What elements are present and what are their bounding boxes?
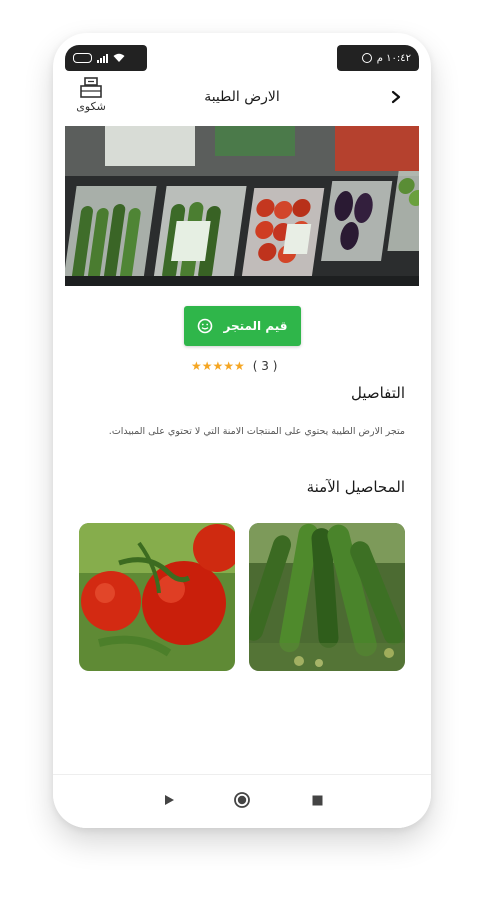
cucumber-image[interactable] [249,523,405,671]
square-recents-icon[interactable] [307,790,327,810]
whatsapp-icon [361,53,372,63]
rate-store-label: قيم المتجر [223,319,288,333]
smiley-icon [198,318,213,334]
rate-store-button[interactable]: قيم المتجر [184,306,301,346]
app-header: شكوى الارض الطيبة [53,75,431,125]
store-rating: ★★★★★ ( 3 ) [191,358,277,374]
details-text: متجر الارض الطيبة يحتوي على المنتجات الا… [108,426,405,437]
triangle-back-icon[interactable] [159,790,179,810]
status-bar-right: ١٠:٤٢ م [337,45,419,71]
crops-title: المحاصيل الآمنة [306,478,405,496]
circle-home-icon[interactable] [232,790,252,810]
status-bar-left [65,45,147,71]
page-title: الارض الطيبة [204,89,280,105]
details-title: التفاصيل [350,384,405,402]
store-banner-image [65,126,419,286]
wifi-icon [113,53,125,63]
phone-frame: ١٠:٤٢ م شكوى الارض الطيبة قيم المتجر ★★★… [53,33,431,828]
signal-icon [97,53,108,63]
rating-count: ( 3 ) [252,359,278,373]
system-nav-bar [53,774,431,828]
battery-icon [73,53,92,63]
rating-stars: ★★★★★ [191,359,245,373]
status-time: ١٠:٤٢ م [376,52,411,64]
chevron-right-icon[interactable] [389,87,403,107]
tomato-image[interactable] [79,523,235,671]
